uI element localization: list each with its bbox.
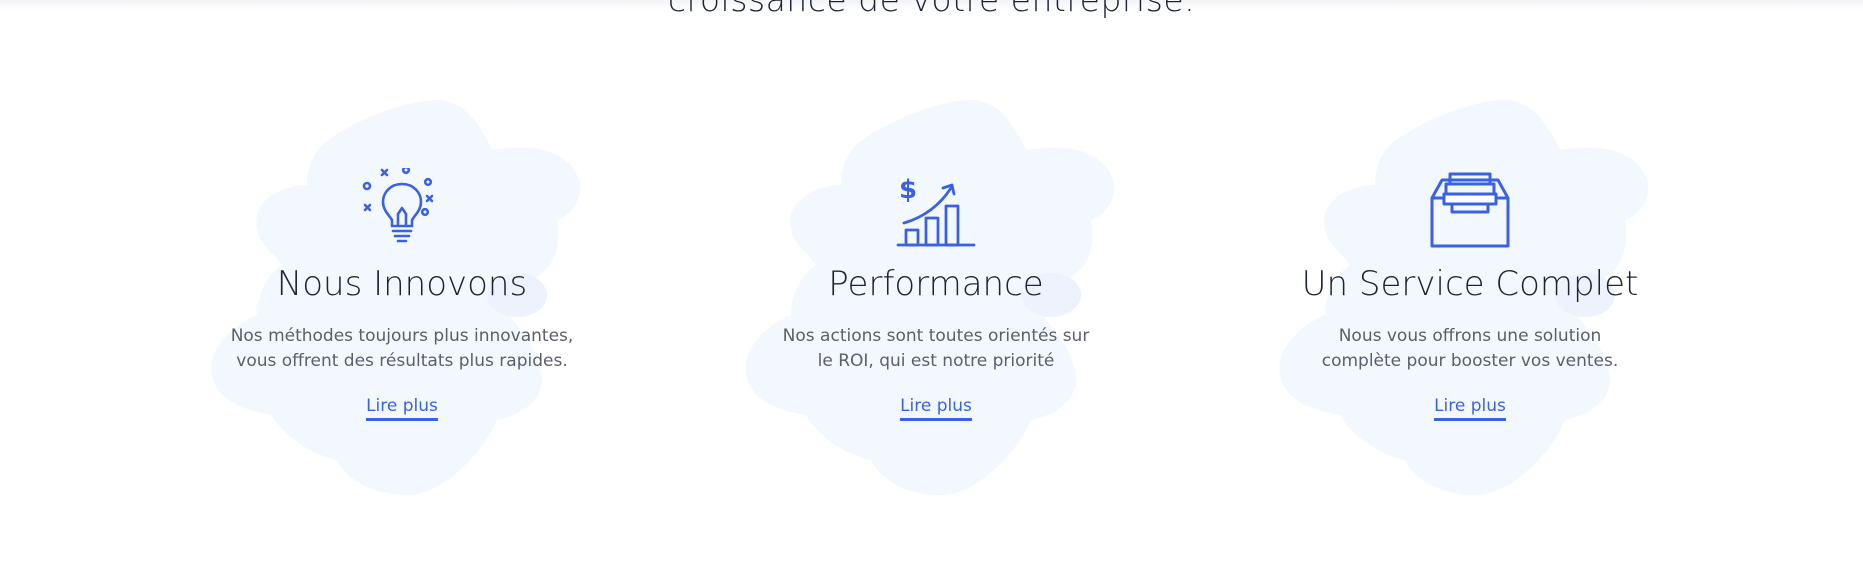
svg-text:$: $ xyxy=(899,175,917,205)
section-heading: croissance de votre entreprise. xyxy=(0,0,1863,19)
card-title: Un Service Complet xyxy=(1301,264,1639,304)
inbox-tray-icon xyxy=(1430,172,1510,248)
feature-card-innovation: Nous Innovons Nos méthodes toujours plus… xyxy=(192,90,612,510)
read-more-link[interactable]: Lire plus xyxy=(900,396,972,421)
feature-card-performance: $ Performance Nos actions sont toutes or… xyxy=(726,90,1146,510)
growth-chart-icon: $ xyxy=(896,175,976,247)
card-description: Nous vous offrons une solution complète … xyxy=(1321,326,1619,371)
lightbulb-icon xyxy=(362,168,434,243)
features-section: croissance de votre entreprise. xyxy=(0,0,1863,587)
card-description: Nos actions sont toutes orientés sur le … xyxy=(782,326,1090,371)
card-title: Performance xyxy=(828,264,1044,304)
card-description: Nos méthodes toujours plus innovantes, v… xyxy=(230,326,574,371)
card-title: Nous Innovons xyxy=(276,264,528,304)
feature-card-full-service: Un Service Complet Nous vous offrons une… xyxy=(1260,90,1680,510)
read-more-link[interactable]: Lire plus xyxy=(366,396,438,421)
read-more-link[interactable]: Lire plus xyxy=(1434,396,1506,421)
